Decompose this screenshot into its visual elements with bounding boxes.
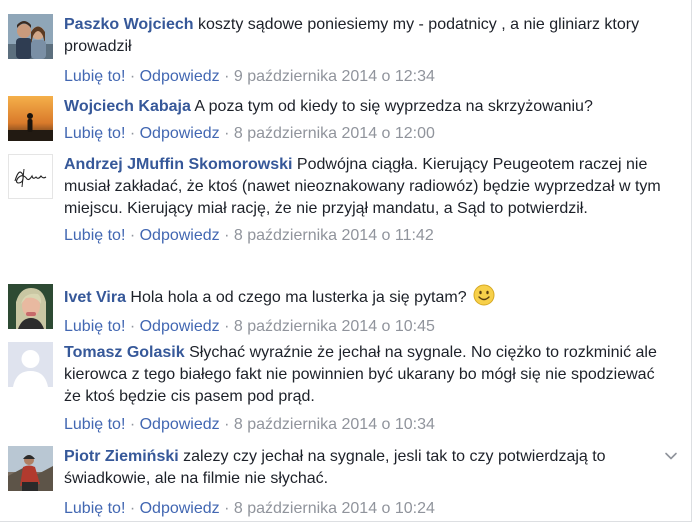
comment-timestamp[interactable]: 8 października 2014 o 10:45: [234, 318, 435, 335]
separator: ·: [219, 318, 234, 335]
separator: ·: [219, 416, 234, 433]
avatar[interactable]: [8, 96, 53, 141]
like-link[interactable]: Lubię to!: [64, 68, 125, 85]
comment-author-link[interactable]: Tomasz Golasik: [64, 344, 185, 361]
like-link[interactable]: Lubię to!: [64, 227, 125, 244]
comment-text: A poza tym od kiedy to się wyprzedza na …: [194, 98, 593, 115]
separator: ·: [219, 125, 234, 142]
portrait-photo-avatar: [8, 284, 53, 329]
sunset-silhouette-avatar: [8, 96, 53, 141]
separator: ·: [125, 125, 140, 142]
avatar[interactable]: [8, 342, 53, 387]
avatar[interactable]: [8, 14, 53, 59]
comment-timestamp[interactable]: 8 października 2014 o 11:42: [234, 227, 434, 244]
comment-author-link[interactable]: Piotr Ziemiński: [64, 448, 179, 465]
smile-emoji: [473, 284, 495, 313]
smile-emoji-icon: [473, 284, 495, 306]
separator: ·: [125, 227, 140, 244]
comment-options-button[interactable]: [664, 449, 678, 463]
like-link[interactable]: Lubię to!: [64, 125, 125, 142]
reply-link[interactable]: Odpowiedz: [140, 318, 220, 335]
reply-link[interactable]: Odpowiedz: [140, 416, 220, 433]
reply-link[interactable]: Odpowiedz: [140, 125, 220, 142]
reply-link[interactable]: Odpowiedz: [140, 500, 220, 517]
separator: ·: [219, 227, 234, 244]
comment-timestamp[interactable]: 8 października 2014 o 12:00: [234, 125, 435, 142]
like-link[interactable]: Lubię to!: [64, 500, 125, 517]
separator: ·: [125, 318, 140, 335]
like-link[interactable]: Lubię to!: [64, 318, 125, 335]
comment-author-link[interactable]: Wojciech Kabaja: [64, 98, 191, 115]
default-silhouette-avatar: [8, 342, 53, 387]
comment-text: Hola hola a od czego ma lusterka ja się …: [130, 289, 467, 306]
separator: ·: [219, 500, 234, 517]
separator: ·: [125, 68, 140, 85]
like-link[interactable]: Lubię to!: [64, 416, 125, 433]
comment-timestamp[interactable]: 8 października 2014 o 10:34: [234, 416, 435, 433]
signature-logo-avatar: [9, 155, 52, 198]
reply-link[interactable]: Odpowiedz: [140, 68, 220, 85]
comment-timestamp[interactable]: 8 października 2014 o 10:24: [234, 500, 435, 517]
comment-author-link[interactable]: Paszko Wojciech: [64, 16, 194, 33]
couple-photo-avatar: [8, 14, 53, 59]
separator: ·: [125, 500, 140, 517]
avatar[interactable]: [8, 446, 53, 491]
avatar[interactable]: [8, 284, 53, 329]
separator: ·: [125, 416, 140, 433]
chevron-down-icon: [665, 452, 677, 460]
comment-timestamp[interactable]: 9 października 2014 o 12:34: [234, 68, 435, 85]
outdoor-photo-avatar: [8, 446, 53, 491]
avatar[interactable]: [8, 154, 53, 199]
separator: ·: [219, 68, 234, 85]
comment-author-link[interactable]: Ivet Vira: [64, 289, 126, 306]
comment-author-link[interactable]: Andrzej JMuffin Skomorowski: [64, 156, 292, 173]
reply-link[interactable]: Odpowiedz: [140, 227, 220, 244]
